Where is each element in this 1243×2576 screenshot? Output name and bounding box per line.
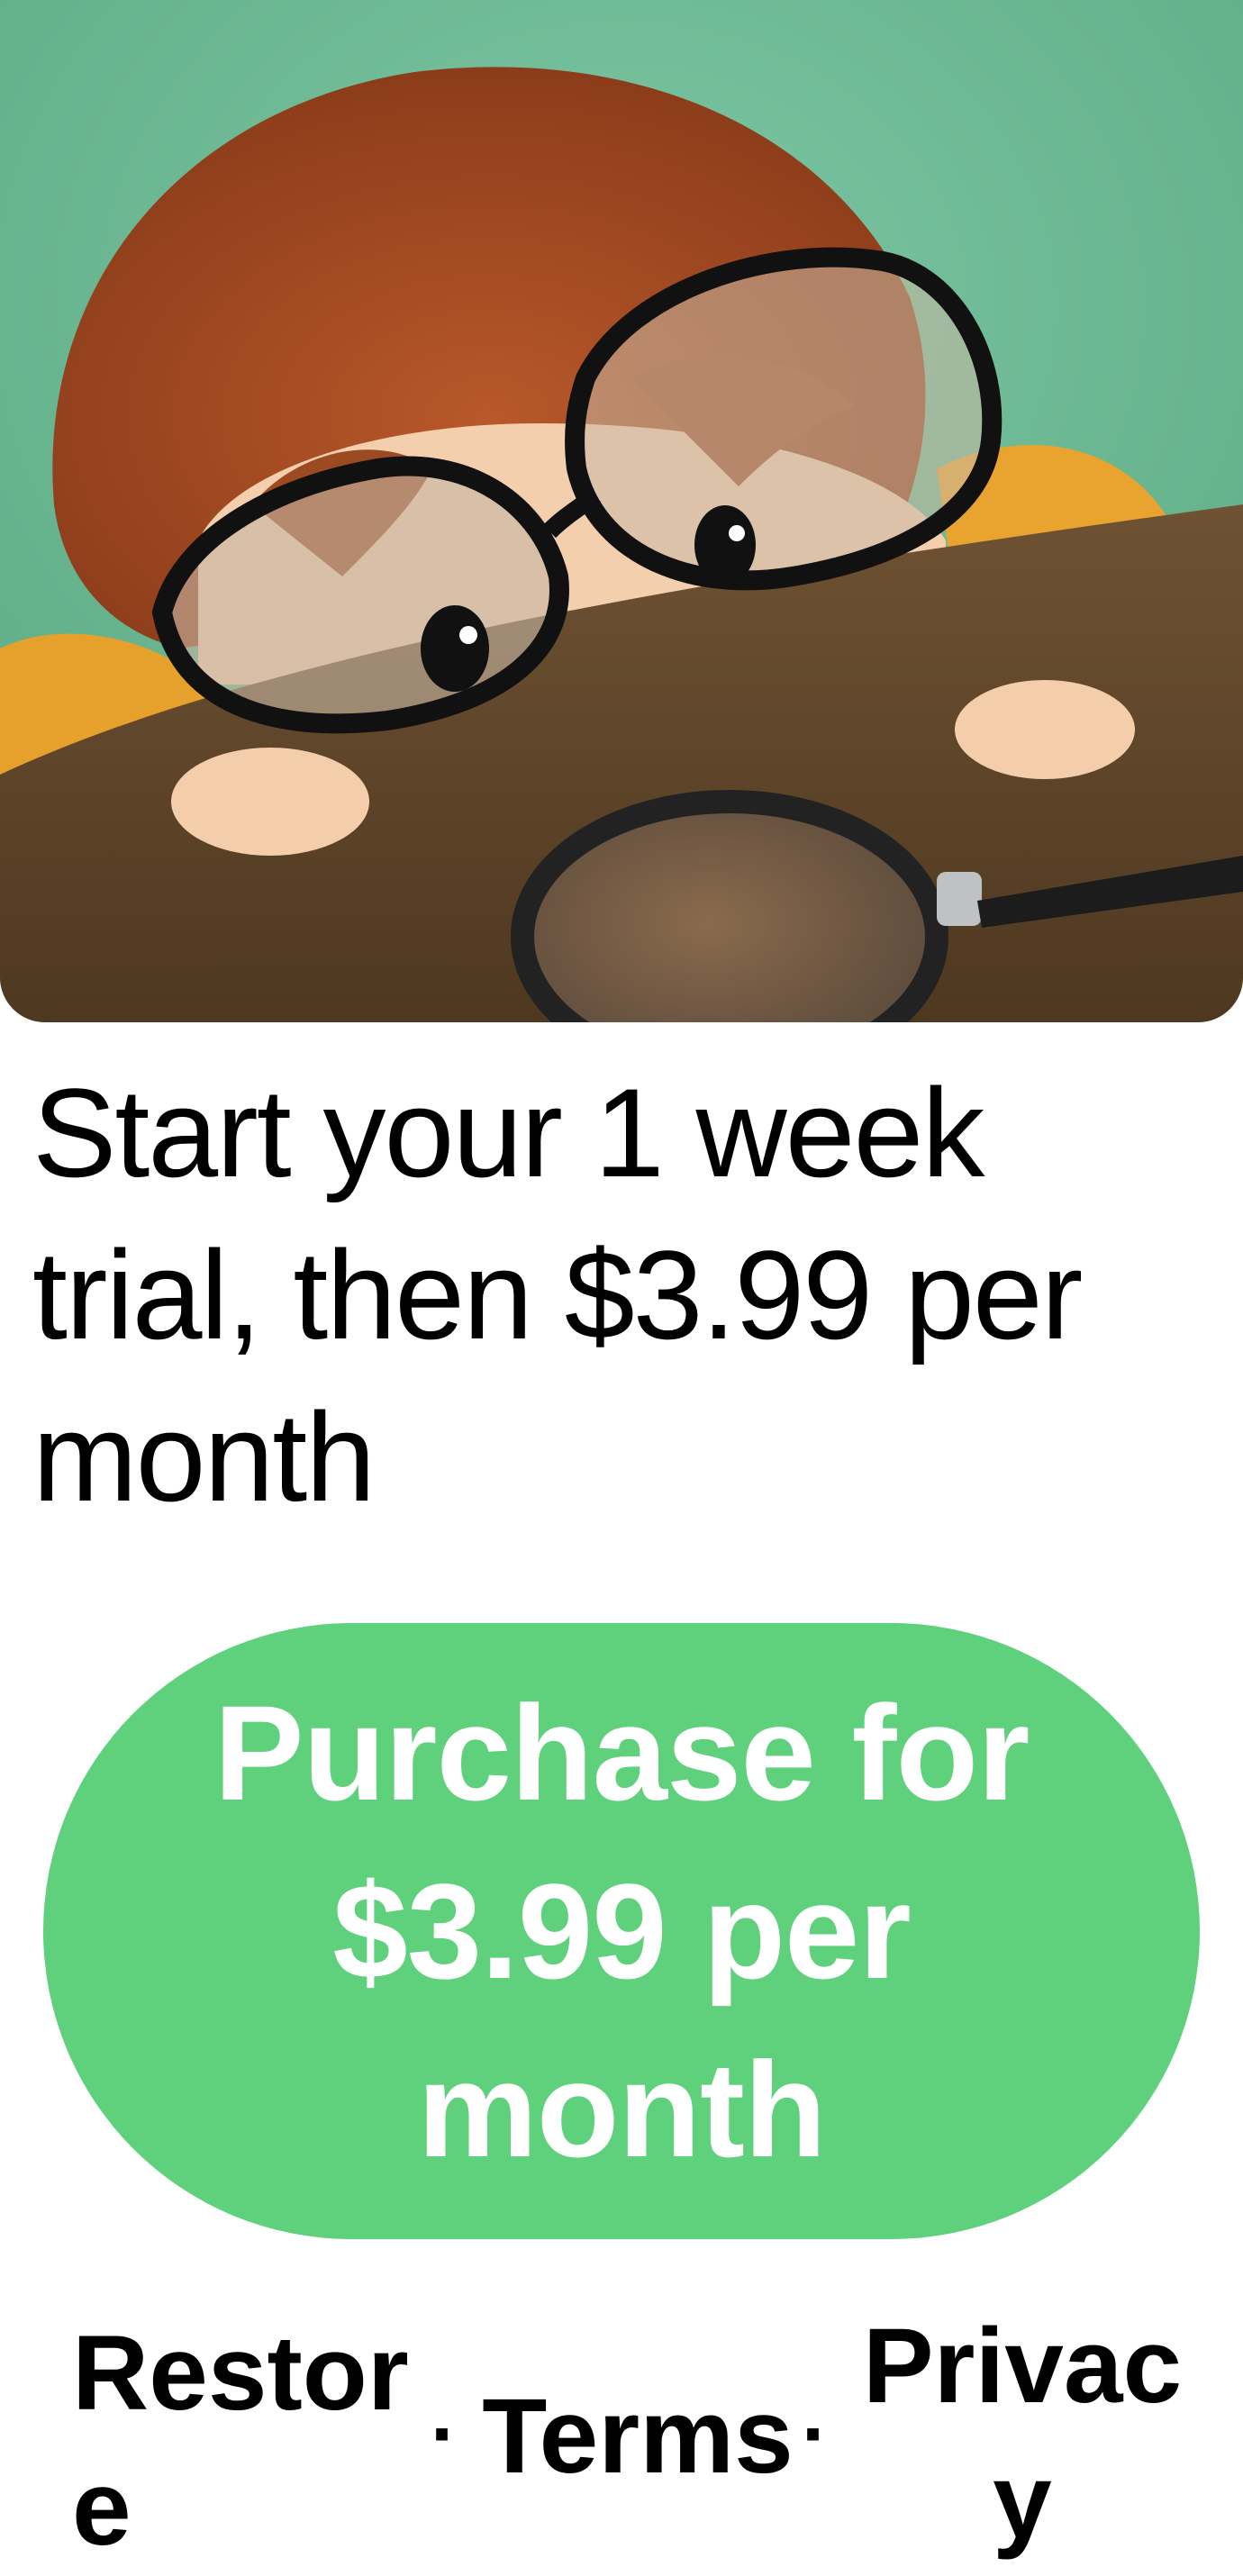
trial-headline: Start your 1 week trial, then $3.99 per … bbox=[32, 1062, 1083, 1528]
hero-illustration bbox=[0, 0, 1243, 1022]
purchase-button[interactable]: Purchase for $3.99 per month bbox=[43, 1623, 1200, 2239]
child-peeking-illustration bbox=[0, 0, 1243, 1022]
privacy-link[interactable]: Privacy bbox=[847, 2299, 1198, 2569]
purchase-button-label: Purchase for $3.99 per month bbox=[213, 1677, 1030, 2185]
footer-separator: · bbox=[802, 2390, 829, 2480]
footer-links: Restore · Terms · Privacy bbox=[0, 2306, 1243, 2568]
restore-link[interactable]: Restore bbox=[72, 2306, 423, 2576]
terms-link[interactable]: Terms bbox=[476, 2369, 800, 2504]
footer-separator: · bbox=[431, 2390, 458, 2480]
